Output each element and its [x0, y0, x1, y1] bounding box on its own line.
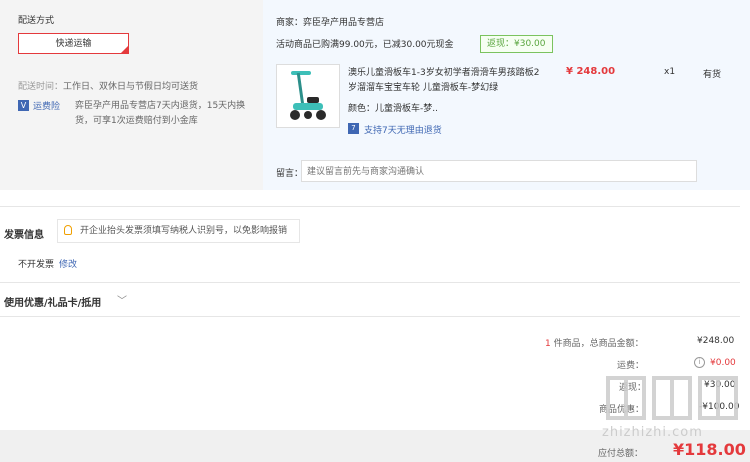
divider — [0, 206, 740, 207]
payable-value: ¥118.00 — [673, 440, 746, 459]
info-icon[interactable]: i — [694, 357, 705, 368]
product-image[interactable] — [276, 64, 340, 128]
promo-text: 活动商品已购满99.00元，已减30.00元现金 — [276, 40, 454, 50]
message-label: 留言： — [276, 169, 304, 179]
scooter-icon — [290, 71, 326, 120]
shipping-fee-label: 运费： — [617, 361, 645, 371]
watermark-text: zhizhizhi.com — [602, 425, 703, 440]
goods-total: ¥248.00 — [697, 336, 735, 346]
invoice-value: 不开发票 — [18, 260, 55, 270]
insurance-link[interactable]: 运费险 — [33, 99, 60, 112]
shipping-title: 配送方式 — [18, 16, 55, 26]
shipping-panel — [0, 0, 263, 190]
invoice-tip-text: 开企业抬头发票须填写纳税人识别号，以免影响报销 — [80, 226, 288, 236]
divider — [0, 282, 740, 283]
product-color: 颜色：儿童滑板车-梦.. — [348, 104, 438, 114]
product-quantity: x1 — [664, 67, 676, 77]
delivery-time-value: 工作日、双休日与节假日均可送货 — [63, 82, 199, 92]
shipping-option-label: 快递运输 — [55, 39, 92, 49]
shipping-fee-value: ¥0.00 — [710, 358, 736, 368]
watermark-logo-icon — [606, 376, 738, 420]
product-stock: 有货 — [703, 70, 722, 80]
return-policy-text[interactable]: 支持7天无理由退货 — [364, 123, 442, 136]
insurance-icon: V — [18, 100, 29, 111]
chevron-down-icon[interactable]: ﹀ — [117, 292, 127, 307]
shipping-option-express[interactable]: 快递运输 — [18, 33, 129, 54]
seller-name[interactable]: 商家：弈臣孕产用品专营店 — [276, 15, 384, 28]
invoice-tip: 开企业抬头发票须填写纳税人识别号，以免影响报销 — [57, 219, 300, 243]
invoice-title: 发票信息 — [4, 230, 44, 241]
divider — [0, 316, 740, 317]
rebate-badge: 返现：¥30.00 — [480, 35, 553, 53]
product-price: ¥ 248.00 — [566, 66, 616, 77]
delivery-time: 配送时间：工作日、双休日与节假日均可送货 — [18, 79, 198, 92]
item-count-text: 件商品，总商品金额： — [550, 339, 644, 349]
message-input[interactable] — [301, 160, 697, 182]
product-name[interactable]: 澳乐儿童滑板车1-3岁女初学者滑滑车男孩踏板2岁溜溜车宝宝车轮 儿童滑板车-梦幻… — [348, 66, 548, 96]
invoice-edit-link[interactable]: 修改 — [59, 257, 77, 270]
delivery-time-label: 配送时间： — [18, 82, 64, 92]
item-count: 1 件商品，总商品金额： — [545, 336, 644, 349]
coupon-section-title[interactable]: 使用优惠/礼品卡/抵用 — [4, 294, 101, 309]
payable-label: 应付总额： — [598, 449, 644, 459]
selected-corner-icon — [121, 46, 128, 53]
lightbulb-icon — [64, 225, 72, 235]
insurance-description: 弈臣孕产用品专营店7天内退货，15天内换货，可享1次运费赔付到小金库 — [75, 101, 246, 126]
return-policy-icon: 7 — [348, 123, 359, 134]
